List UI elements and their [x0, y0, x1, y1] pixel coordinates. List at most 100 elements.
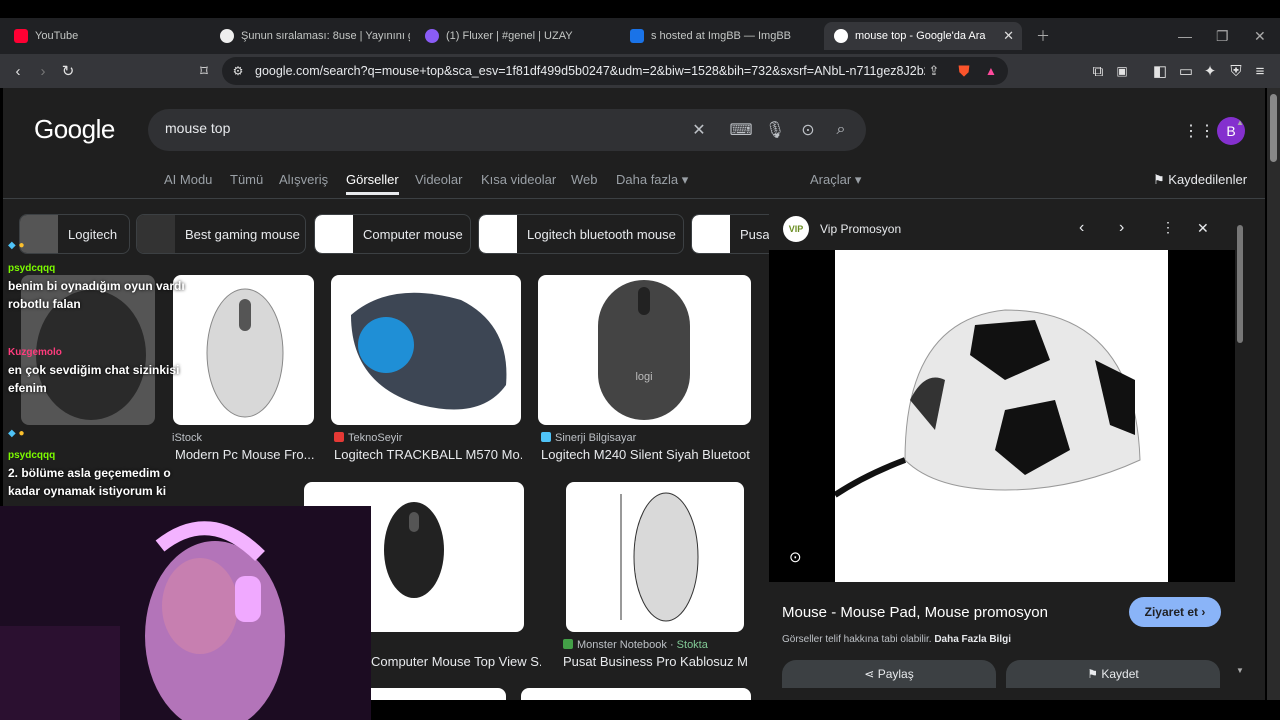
result-image[interactable] — [331, 275, 521, 425]
chat-badges: ◆ ● — [8, 240, 25, 251]
reader-icon[interactable]: ▣ — [1112, 61, 1132, 81]
tab-more[interactable]: Daha fazla ▾ — [616, 172, 688, 188]
wallet-icon[interactable]: ▭ — [1176, 61, 1196, 81]
result-source[interactable]: Monster Notebook · Stokta — [563, 639, 708, 651]
new-tab-button[interactable]: ＋ — [1036, 18, 1050, 54]
tab-ai-mode[interactable]: AI Modu — [164, 172, 212, 187]
keyboard-icon[interactable]: ⌨ — [729, 120, 752, 140]
tools-button[interactable]: Araçlar ▾ — [810, 172, 861, 188]
chat-badges: ◆ ● — [8, 428, 25, 439]
tab-favicon — [220, 29, 234, 43]
share-icon[interactable]: ⇪ — [924, 61, 944, 81]
learn-more-link[interactable]: Daha Fazla Bilgi — [934, 634, 1011, 645]
brave-rewards-icon[interactable]: ▲ — [981, 61, 1001, 81]
tab-all[interactable]: Tümü — [230, 172, 263, 187]
result-caption[interactable]: Logitech TRACKBALL M570 Mo... — [334, 447, 522, 462]
result-source[interactable]: Sinerji Bilgisayar — [541, 432, 636, 444]
vpn-icon[interactable]: ⛨ — [1226, 61, 1246, 81]
share-button[interactable]: ⋖ Paylaş — [782, 660, 996, 688]
more-options-icon[interactable]: ⋮ — [1161, 219, 1175, 236]
search-input[interactable] — [165, 120, 665, 136]
result-caption[interactable]: Computer Mouse Top View S... — [371, 654, 541, 669]
chip-logitech-bluetooth-mouse[interactable]: Logitech bluetooth mouse — [478, 214, 684, 254]
tab-label: (1) Fluxer | #genel | UZAY — [446, 30, 573, 42]
result-image[interactable] — [521, 688, 751, 700]
close-window-icon[interactable]: ✕ — [1254, 18, 1266, 54]
result-image[interactable] — [566, 482, 744, 632]
visit-label: Ziyaret et — [1144, 605, 1198, 619]
prev-icon[interactable]: ‹ — [1079, 219, 1084, 237]
panel-title[interactable]: Mouse - Mouse Pad, Mouse promosyon — [782, 604, 1048, 621]
tab-label: mouse top - Google'da Ara — [855, 30, 986, 42]
result-caption[interactable]: Logitech M240 Silent Siyah Bluetoot... — [541, 447, 751, 462]
bookmark-icon[interactable]: ⌑ — [194, 61, 214, 81]
share-icon: ⋖ — [864, 667, 875, 681]
close-panel-icon[interactable]: ✕ — [1197, 220, 1209, 237]
lens-icon[interactable]: ⊙ — [789, 548, 802, 566]
tab-youtube[interactable]: YouTube — [4, 22, 204, 50]
saved-button[interactable]: ⚑ Kaydedilenler — [1153, 172, 1247, 188]
apps-grid-icon[interactable]: ⋮⋮⋮ — [1183, 121, 1231, 141]
lens-icon[interactable]: ⊙ — [798, 120, 818, 140]
save-button[interactable]: ⚑ Kaydet — [1006, 660, 1220, 688]
reload-icon[interactable]: ↻ — [58, 61, 78, 81]
site-info-icon[interactable]: ⚙ — [228, 61, 248, 81]
panel-site-name[interactable]: Vip Promosyon — [820, 222, 901, 236]
next-icon[interactable]: › — [1119, 219, 1124, 237]
site-favicon — [334, 432, 344, 442]
tab-fluxer[interactable]: (1) Fluxer | #genel | UZAY — [415, 22, 615, 50]
image-preview-panel: VIP Vip Promosyon ‹ › ⋮ ✕ ⊙ Mouse - Mous… — [769, 210, 1239, 688]
brave-shields-icon[interactable]: ⛊ — [954, 61, 974, 81]
bookmark-icon: ⚑ — [1087, 667, 1099, 681]
back-icon[interactable]: ‹ — [8, 61, 28, 81]
webcam-overlay — [0, 506, 371, 720]
tab-kick[interactable]: Şunun sıralaması: 8use | Yayınını güçl — [210, 22, 410, 50]
chip-computer-mouse[interactable]: Computer mouse — [314, 214, 471, 254]
chevron-down-icon: ▾ — [681, 172, 689, 187]
restore-icon[interactable]: ❐ — [1216, 18, 1229, 54]
result-caption[interactable]: Pusat Business Pro Kablosuz M... — [563, 654, 749, 669]
scroll-up-icon[interactable]: ▲ — [1236, 118, 1244, 127]
tab-imgbb[interactable]: s hosted at ImgBB — ImgBB — [620, 22, 820, 50]
tab-label: s hosted at ImgBB — ImgBB — [651, 30, 792, 42]
close-tab-icon[interactable]: ✕ — [1003, 28, 1014, 44]
result-image[interactable]: logi — [538, 275, 751, 425]
tab-google-active[interactable]: mouse top - Google'da Ara ✕ — [824, 22, 1022, 50]
site-logo-icon: VIP — [783, 216, 809, 242]
clear-icon[interactable]: ✕ — [689, 120, 709, 140]
tab-short-videos[interactable]: Kısa videolar — [481, 172, 556, 187]
panel-scrollbar[interactable]: ▲ ▼ — [1236, 118, 1244, 675]
scroll-down-icon[interactable]: ▼ — [1236, 666, 1244, 675]
bookmark-icon: ⚑ — [1153, 172, 1165, 187]
menu-icon[interactable]: ≡ — [1250, 61, 1270, 81]
forward-icon[interactable]: › — [33, 61, 53, 81]
site-favicon — [563, 639, 573, 649]
page-scrollbar[interactable] — [1267, 88, 1280, 700]
scrollbar-thumb[interactable] — [1237, 225, 1243, 343]
search-box[interactable]: ✕ ⌨ 🎙 ⊙ ⌕ — [148, 109, 866, 151]
chip-pusat[interactable]: Pusat — [691, 214, 771, 254]
mic-icon[interactable]: 🎙 — [765, 120, 785, 140]
search-icon[interactable]: ⌕ — [831, 120, 851, 140]
address-bar[interactable]: ⚙ google.com/search?q=mouse+top&sca_esv=… — [222, 57, 1008, 85]
leo-icon[interactable]: ✦ — [1200, 61, 1220, 81]
tab-images[interactable]: Görseller — [346, 172, 399, 195]
stock-badge: Stokta — [676, 639, 708, 651]
result-source[interactable]: TeknoSeyir — [334, 432, 402, 444]
preview-image-frame — [833, 250, 1168, 582]
minimize-icon[interactable]: — — [1178, 18, 1192, 54]
google-logo[interactable]: Google — [34, 114, 115, 145]
tab-shopping[interactable]: Alışveriş — [279, 172, 328, 187]
extensions-icon[interactable]: ⧉ — [1088, 61, 1108, 81]
more-label: Daha fazla — [616, 172, 679, 187]
source-label: Sinerji Bilgisayar — [555, 432, 637, 444]
scrollbar-thumb[interactable] — [1270, 94, 1277, 162]
url-text[interactable]: google.com/search?q=mouse+top&sca_esv=1f… — [255, 64, 925, 78]
visit-button[interactable]: Ziyaret et › — [1129, 597, 1221, 627]
tab-web[interactable]: Web — [571, 172, 598, 187]
preview-image[interactable]: ⊙ — [769, 250, 1235, 582]
chat-message: en çok sevdiğim chat sizinkisi efenim — [8, 363, 180, 395]
tab-videos[interactable]: Videolar — [415, 172, 462, 187]
result-image[interactable] — [358, 688, 506, 700]
sidebar-icon[interactable]: ◧ — [1150, 61, 1170, 81]
